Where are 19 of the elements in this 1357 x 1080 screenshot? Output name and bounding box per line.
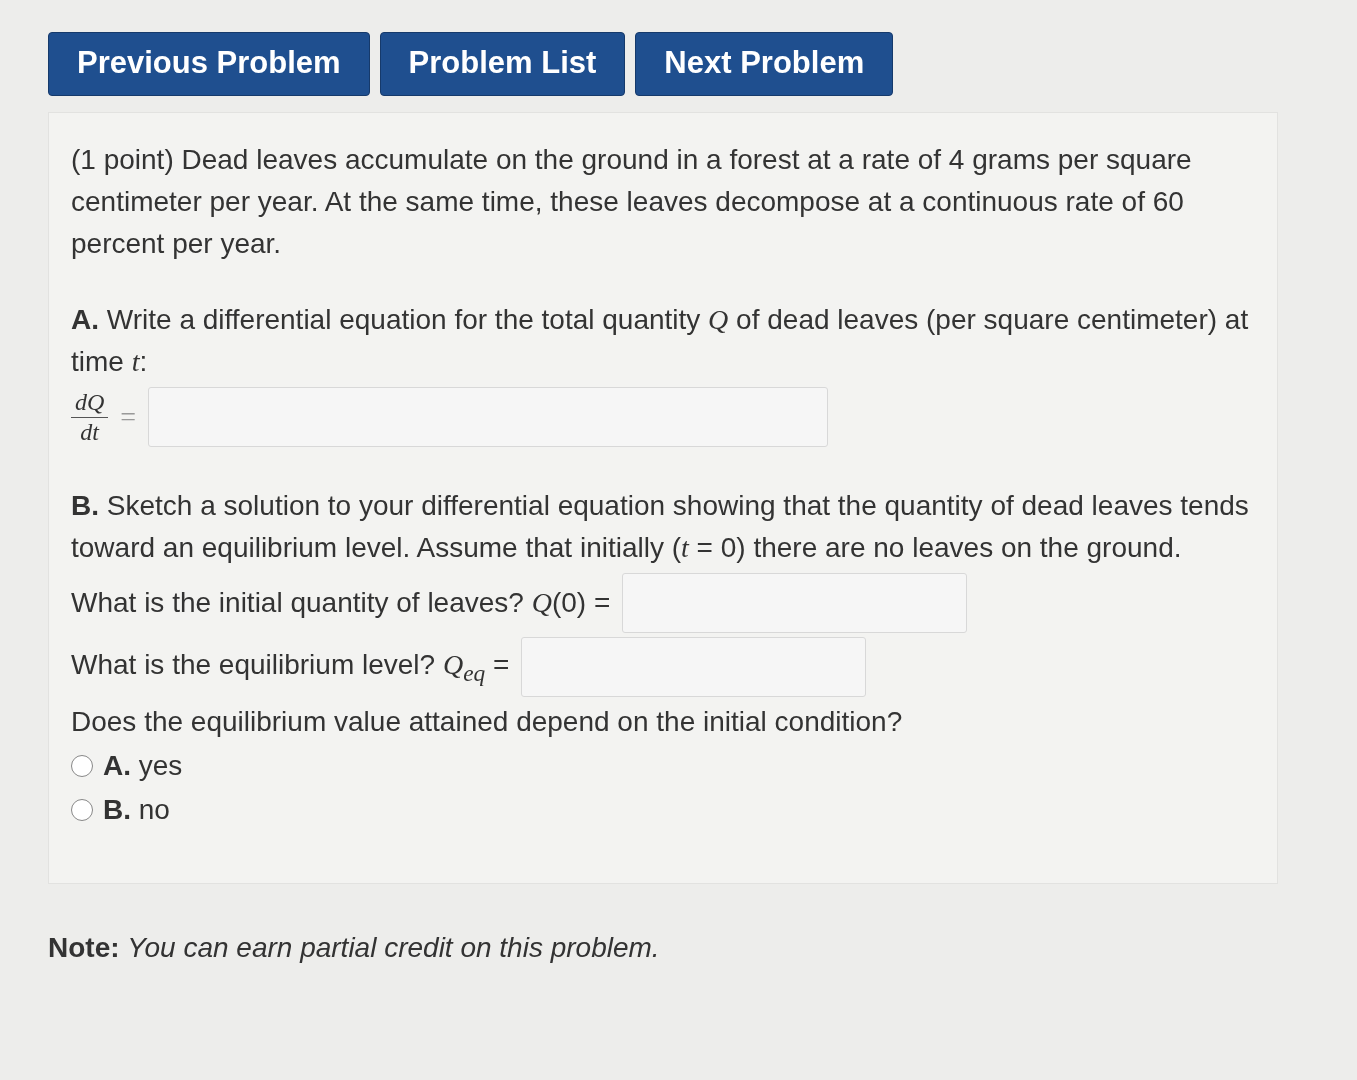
question-text: Does the equilibrium value attained depend on the initial condition? bbox=[71, 705, 904, 739]
equals-sign: = bbox=[120, 400, 137, 434]
nav-button[interactable]: Next Problem bbox=[635, 32, 894, 96]
radio-button[interactable] bbox=[71, 799, 93, 821]
problem-text: (1 point) Dead leaves accumulate on the ground in a forest at a rate of 4 grams per square centimeter per year. At the same time, these leaves decompose at a continuous rate of 60 percent per year. bbox=[71, 143, 1193, 261]
denominator-text: dt bbox=[80, 417, 99, 447]
question-text: What is the initial quantity of leaves? Q(0) = bbox=[71, 586, 611, 620]
nav-button[interactable]: Problem List bbox=[379, 32, 626, 96]
answer-field[interactable] bbox=[148, 387, 829, 447]
question-text: What is the equilibrium level? Q$_{eq}$ = bbox=[71, 647, 510, 688]
question-text: B. Sketch a solution to your differential equation showing that the quantity of dead leaves tends toward an equilibrium level. Assume that initially (t = 0) there are no leaves on the ground. bbox=[71, 489, 1250, 565]
option-label: A. yes bbox=[103, 749, 183, 783]
option-label: B. no bbox=[103, 793, 170, 827]
numerator-text: dQ bbox=[71, 387, 109, 418]
note-text: Note: You can earn partial credit on this problem. bbox=[48, 932, 661, 964]
radio-button[interactable] bbox=[71, 755, 93, 777]
nav-button[interactable]: Previous Problem bbox=[48, 32, 370, 96]
answer-field[interactable] bbox=[622, 573, 968, 633]
answer-field[interactable] bbox=[521, 637, 867, 697]
